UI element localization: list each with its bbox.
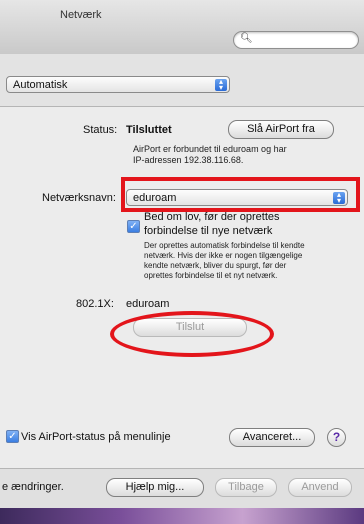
location-bar: Automatisk ▴ ▾: [0, 54, 364, 107]
toggle-airport-button[interactable]: Slå AirPort fra: [228, 120, 334, 139]
status-description-1: AirPort er forbundet til eduroam og har: [133, 144, 287, 154]
auth-label: 802.1X:: [76, 298, 114, 310]
help-icon[interactable]: ?: [327, 428, 346, 447]
status-description-2: IP-adressen 192.38.116.68.: [133, 155, 244, 165]
airport-settings-panel: Status: Tilsluttet Slå AirPort fra AirPo…: [0, 107, 364, 492]
ask-to-join-description-4: oprettes forbindelse til et nyt netværk.: [144, 271, 278, 280]
network-name-label: Netværksnavn:: [42, 192, 116, 204]
ask-to-join-checkbox[interactable]: ✓: [127, 220, 140, 233]
footer-text: e ændringer.: [2, 481, 64, 493]
window-title: Netværk: [60, 9, 102, 21]
apply-button[interactable]: Anvend: [288, 478, 352, 497]
popup-arrows-icon: ▴ ▾: [215, 78, 227, 92]
highlight-connect-button: [110, 311, 274, 357]
show-status-checkbox[interactable]: ✓: [6, 430, 19, 443]
footer-bar: e ændringer. Hjælp mig... Tilbage Anvend: [0, 468, 364, 509]
search-icon: 🔍︎: [240, 33, 253, 44]
status-label: Status:: [83, 124, 118, 136]
advanced-button[interactable]: Avanceret...: [229, 428, 315, 447]
location-popup[interactable]: Automatisk ▴ ▾: [6, 76, 230, 93]
auth-value: eduroam: [126, 298, 170, 310]
status-value: Tilsluttet: [126, 124, 172, 136]
search-field[interactable]: 🔍︎: [233, 31, 359, 49]
ask-to-join-label-2: forbindelse til nye netværk: [144, 225, 273, 237]
assist-me-button[interactable]: Hjælp mig...: [106, 478, 204, 497]
desktop-wallpaper: [0, 508, 364, 524]
revert-button[interactable]: Tilbage: [215, 478, 277, 497]
location-value: Automatisk: [13, 79, 68, 91]
ask-to-join-label-1: Bed om lov, før der oprettes: [144, 211, 280, 223]
show-status-label: Vis AirPort-status på menulinje: [21, 431, 171, 443]
window-titlebar: Netværk 🔍︎: [0, 0, 364, 55]
highlight-network-name: [121, 177, 360, 212]
